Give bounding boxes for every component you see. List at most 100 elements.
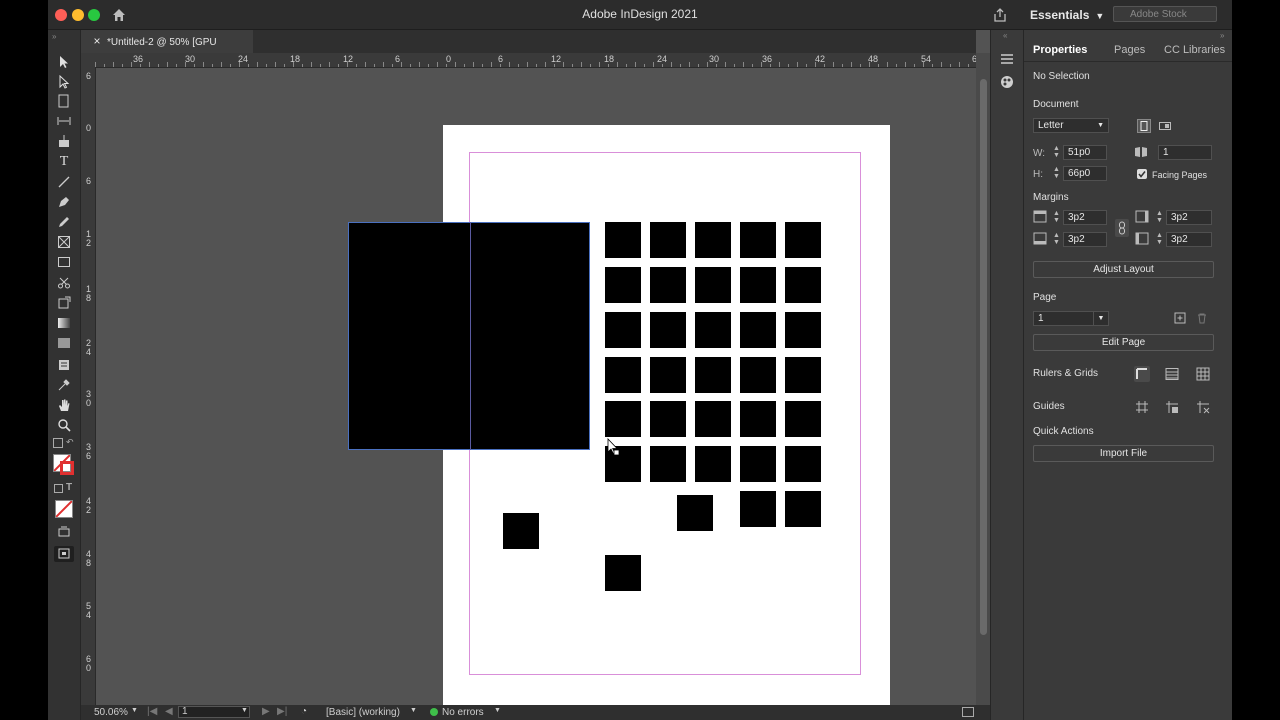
pasteboard[interactable]	[96, 68, 976, 705]
black-square[interactable]	[605, 222, 641, 258]
color-panel-icon[interactable]	[999, 74, 1015, 90]
first-page-icon[interactable]: |◀	[147, 706, 157, 717]
vertical-scroll-thumb[interactable]	[980, 79, 987, 635]
panel-menu-icon[interactable]	[999, 52, 1015, 66]
line-tool-icon[interactable]	[56, 174, 72, 190]
workspace-switcher[interactable]: Essentials ▼	[1030, 8, 1104, 22]
margin-left-stepper[interactable]: ▲ ▼	[1155, 232, 1164, 247]
pencil-tool-icon[interactable]	[56, 214, 72, 230]
page-chevron-down-icon[interactable]: ▼	[241, 707, 248, 714]
black-square[interactable]	[785, 491, 821, 527]
errors-chevron-down-icon[interactable]: ▼	[494, 707, 501, 714]
type-tool-icon[interactable]: T	[56, 154, 72, 170]
rectangle-tool-icon[interactable]	[56, 254, 72, 270]
view-mode-icon[interactable]	[54, 546, 74, 562]
portrait-orientation-icon[interactable]	[1137, 119, 1151, 133]
height-input[interactable]: 66p0	[1063, 166, 1107, 181]
margin-top-input[interactable]: 3p2	[1063, 210, 1107, 225]
import-file-button[interactable]: Import File	[1033, 445, 1214, 462]
black-square[interactable]	[605, 267, 641, 303]
black-square[interactable]	[605, 401, 641, 437]
default-fill-stroke-icon[interactable]	[53, 438, 63, 448]
large-black-rectangle[interactable]	[348, 222, 590, 450]
black-square[interactable]	[650, 312, 686, 348]
tab-pages[interactable]: Pages	[1114, 44, 1145, 56]
black-square[interactable]	[740, 357, 776, 393]
black-square[interactable]	[695, 222, 731, 258]
document-tab[interactable]: ×*Untitled-2 @ 50% [GPU Preview]	[81, 30, 253, 71]
zoom-level[interactable]: 50.06%	[94, 707, 128, 718]
scissors-tool-icon[interactable]	[56, 275, 72, 291]
black-square[interactable]	[785, 446, 821, 482]
next-page-icon[interactable]: ▶	[262, 706, 270, 717]
black-square[interactable]	[650, 446, 686, 482]
zoom-chevron-down-icon[interactable]: ▼	[131, 707, 138, 714]
black-square[interactable]	[650, 267, 686, 303]
margin-bottom-input[interactable]: 3p2	[1063, 232, 1107, 247]
share-icon[interactable]	[992, 7, 1008, 23]
ruler-origin[interactable]	[81, 53, 95, 67]
apply-none-swatch[interactable]	[55, 500, 73, 518]
stroke-swatch[interactable]	[60, 461, 74, 475]
facing-pages-checkbox[interactable]	[1137, 169, 1147, 179]
width-input[interactable]: 51p0	[1063, 145, 1107, 160]
last-page-icon[interactable]: ▶|	[277, 706, 287, 717]
black-square[interactable]	[740, 491, 776, 527]
black-square[interactable]	[785, 222, 821, 258]
margin-top-stepper[interactable]: ▲ ▼	[1052, 210, 1061, 225]
add-page-icon[interactable]	[1174, 312, 1186, 324]
link-margins-icon[interactable]	[1115, 219, 1129, 237]
formatting-container-icon[interactable]	[54, 484, 63, 493]
black-square[interactable]	[605, 312, 641, 348]
black-square[interactable]	[695, 401, 731, 437]
black-square[interactable]	[740, 222, 776, 258]
preflight-profile[interactable]: [Basic] (working)	[326, 707, 400, 718]
black-square[interactable]	[503, 513, 539, 549]
rectangle-frame-tool-icon[interactable]	[56, 234, 72, 250]
swap-fill-stroke-icon[interactable]: ↶	[66, 437, 74, 448]
margin-right-input[interactable]: 3p2	[1166, 210, 1212, 225]
black-square[interactable]	[740, 401, 776, 437]
tab-properties[interactable]: Properties	[1033, 44, 1087, 56]
page-number-field[interactable]: 1	[178, 706, 250, 718]
black-square[interactable]	[740, 446, 776, 482]
free-transform-tool-icon[interactable]	[56, 295, 72, 311]
preflight-profile-icon[interactable]: ◔	[301, 706, 307, 717]
document-grid-icon[interactable]	[1195, 366, 1211, 382]
preflight-errors[interactable]: No errors	[442, 707, 484, 718]
page-count-input[interactable]: 1	[1158, 145, 1212, 160]
lock-guides-icon[interactable]	[1164, 399, 1180, 415]
gradient-swatch-tool-icon[interactable]	[56, 315, 72, 331]
black-square[interactable]	[605, 357, 641, 393]
document-preset-select[interactable]: Letter ▼	[1033, 118, 1109, 133]
page-select[interactable]: 1 ▼	[1033, 311, 1109, 326]
tab-cc-libraries[interactable]: CC Libraries	[1164, 44, 1225, 56]
black-square[interactable]	[605, 555, 641, 591]
direct-selection-tool-icon[interactable]	[56, 74, 72, 90]
content-collector-icon[interactable]	[56, 133, 72, 149]
black-square[interactable]	[650, 357, 686, 393]
black-square[interactable]	[695, 446, 731, 482]
split-view-icon[interactable]	[962, 707, 974, 717]
black-square[interactable]	[650, 222, 686, 258]
page-tool-icon[interactable]	[56, 93, 72, 109]
baseline-grid-icon[interactable]	[1164, 366, 1180, 382]
adjust-layout-button[interactable]: Adjust Layout	[1033, 261, 1214, 278]
vertical-scrollbar[interactable]	[976, 53, 990, 705]
show-guides-icon[interactable]	[1134, 399, 1150, 415]
black-square[interactable]	[677, 495, 713, 531]
width-stepper[interactable]: ▲ ▼	[1052, 145, 1061, 160]
zoom-tool-icon[interactable]	[56, 417, 72, 433]
pen-tool-icon[interactable]	[56, 194, 72, 210]
previous-page-icon[interactable]: ◀	[165, 706, 173, 717]
black-square[interactable]	[785, 267, 821, 303]
profile-chevron-down-icon[interactable]: ▼	[410, 707, 417, 714]
gradient-feather-tool-icon[interactable]	[56, 335, 72, 351]
black-square[interactable]	[785, 357, 821, 393]
collapse-arrows-icon[interactable]: »	[52, 32, 56, 41]
screen-mode-icon[interactable]	[56, 524, 72, 540]
black-square[interactable]	[785, 401, 821, 437]
black-square[interactable]	[695, 312, 731, 348]
ruler-toggle-icon[interactable]	[1134, 366, 1150, 382]
height-stepper[interactable]: ▲ ▼	[1052, 166, 1061, 181]
